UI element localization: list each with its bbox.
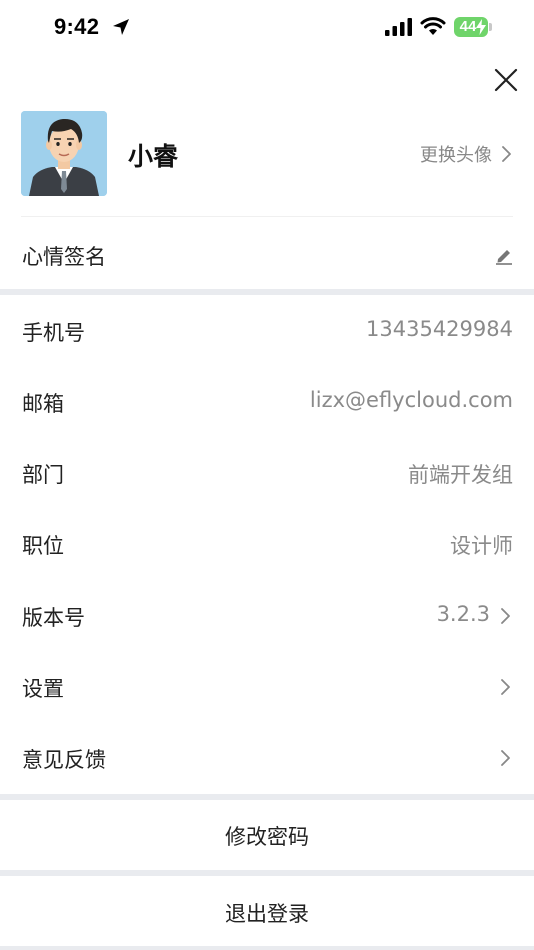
department-row: 部门 前端开发组 [0,437,534,508]
location-arrow-icon [113,19,129,35]
phone-row: 手机号 13435429984 [0,295,534,366]
mood-signature-row[interactable]: 心情签名 [0,217,534,289]
change-password-button[interactable]: 修改密码 [0,800,534,870]
close-icon[interactable] [492,66,520,94]
feedback-row[interactable]: 意见反馈 [0,722,534,793]
version-value: 3.2.3 [436,602,490,626]
feedback-label: 意见反馈 [22,748,106,772]
phone-value: 13435429984 [366,317,513,341]
email-row: 邮箱 lizx@eflycloud.com [0,366,534,437]
avatar-illustration [21,111,107,196]
department-label: 部门 [22,463,64,487]
status-time: 9:42 [54,14,100,39]
email-label: 邮箱 [22,392,64,416]
phone-label: 手机号 [22,321,85,345]
chevron-right-icon [501,608,510,624]
logout-button[interactable]: 退出登录 [0,877,534,947]
section-gap [0,870,534,876]
settings-label: 设置 [22,677,64,701]
status-bar: 9:42 44 [0,0,534,54]
chevron-right-icon [502,146,511,162]
position-value: 设计师 [450,534,513,558]
version-label: 版本号 [22,606,85,630]
department-value: 前端开发组 [408,463,513,487]
chevron-right-icon [501,750,510,766]
version-row[interactable]: 版本号 3.2.3 [0,580,534,651]
chevron-right-icon [501,679,510,695]
battery-indicator: 44 [454,17,492,37]
position-label: 职位 [22,534,64,558]
email-value: lizx@eflycloud.com [309,388,513,412]
bottom-gap [0,946,534,950]
edit-pencil-icon[interactable] [494,245,514,265]
avatar[interactable] [21,111,107,196]
mood-signature-label: 心情签名 [22,245,106,269]
user-name: 小睿 [128,142,179,171]
change-password-label: 修改密码 [225,825,309,849]
change-avatar-button[interactable]: 更换头像 [420,141,512,167]
settings-row[interactable]: 设置 [0,651,534,722]
change-avatar-label: 更换头像 [420,145,492,166]
cellular-signal-icon [385,18,412,36]
charging-bolt-icon [476,19,486,35]
wifi-icon [420,17,446,35]
position-row: 职位 设计师 [0,508,534,579]
battery-cap [489,23,492,31]
logout-label: 退出登录 [225,902,309,926]
